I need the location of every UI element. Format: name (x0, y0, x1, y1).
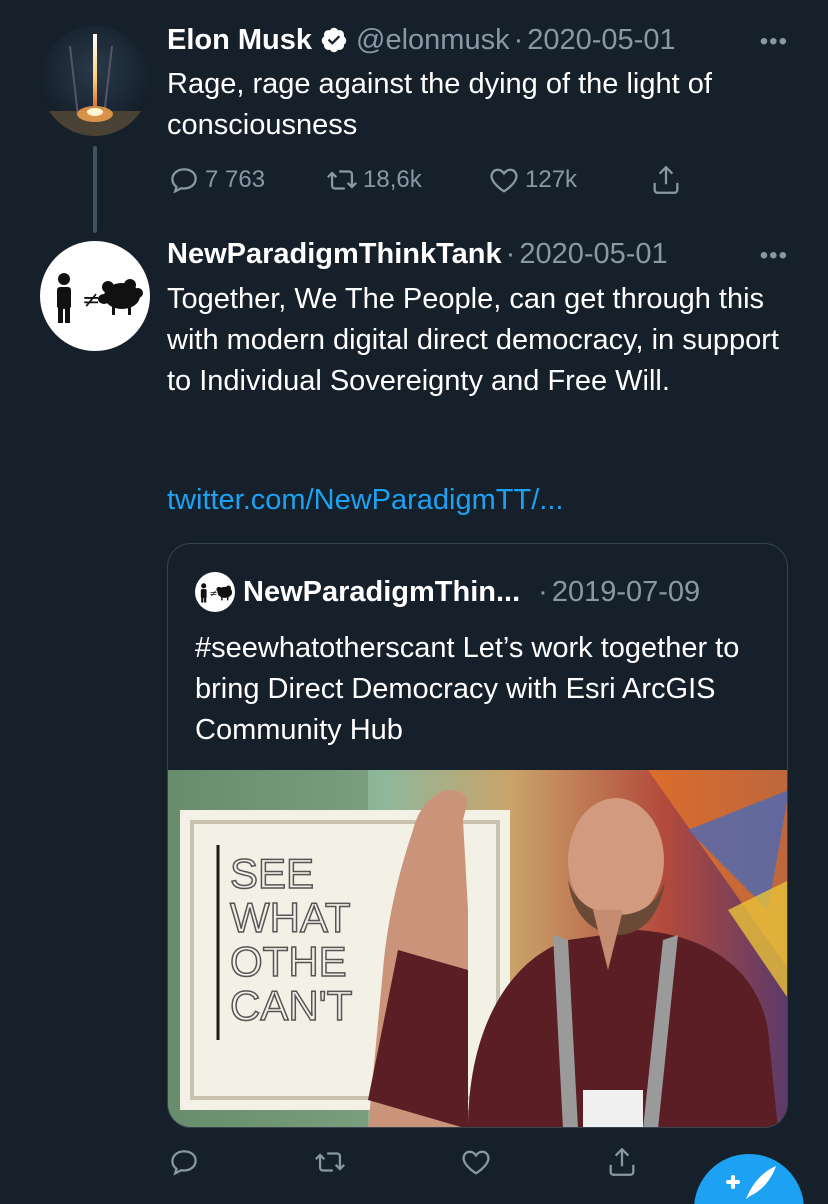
retweet-count: 18,6k (363, 166, 422, 193)
reply-icon (171, 168, 197, 194)
tweet-header: NewParadigmThinkTank · 2020-05-01 (167, 234, 787, 274)
author-handle[interactable]: @elonmusk (356, 24, 510, 57)
retweet-icon (315, 1152, 345, 1172)
like-count: 127k (525, 166, 578, 193)
reply-button[interactable]: 7 763 (167, 163, 265, 197)
svg-text:CAN'T: CAN'T (230, 982, 352, 1029)
author-name[interactable]: NewParadigmThinkTank (167, 238, 502, 271)
more-options-icon[interactable]: ••• (760, 28, 788, 56)
reply-count: 7 763 (205, 166, 266, 193)
quoted-date[interactable]: 2019-07-09 (552, 576, 700, 609)
svg-text:≠: ≠ (82, 288, 100, 313)
separator: · (505, 237, 516, 270)
reply-button[interactable] (167, 1145, 201, 1179)
share-button[interactable] (605, 1145, 639, 1179)
compose-tweet-button[interactable] (694, 1154, 804, 1204)
avatar-newparadigm[interactable]: ≠ (40, 241, 150, 351)
verified-badge-icon (321, 27, 347, 53)
svg-text:≠: ≠ (210, 589, 218, 600)
tweet-text: Together, We The People, can get through… (167, 283, 779, 397)
tweet-date[interactable]: 2020-05-01 (527, 24, 675, 57)
svg-text:WHAT: WHAT (230, 894, 351, 941)
tweet-text: Rage, rage against the dying of the ligh… (167, 68, 712, 141)
tweet-date[interactable]: 2020-05-01 (519, 238, 667, 271)
retweet-icon (327, 170, 357, 190)
quoted-header: ≠ NewParadigmThin... · 2019-07-09 (195, 572, 700, 612)
quoted-text: #seewhatotherscant Let’s work together t… (195, 632, 740, 746)
more-options-icon[interactable]: ••• (760, 242, 788, 270)
share-icon (653, 165, 679, 194)
thread-line (93, 146, 97, 233)
heart-icon (490, 168, 518, 193)
tweet-actions (167, 1142, 727, 1182)
heart-icon (462, 1150, 490, 1175)
share-icon (609, 1147, 635, 1176)
author-name[interactable]: Elon Musk (167, 24, 312, 57)
tweet-link[interactable]: twitter.com/NewParadigmTT/... (167, 484, 563, 517)
avatar-elon[interactable] (40, 26, 150, 136)
separator: · (538, 575, 548, 608)
like-button[interactable] (459, 1145, 493, 1179)
svg-text:OTHE: OTHE (230, 938, 347, 985)
compose-feather-icon (726, 1166, 776, 1199)
like-button[interactable]: 127k (487, 163, 577, 197)
quoted-tweet[interactable]: ≠ NewParadigmThin... · 2019-07-09 #seewh… (167, 543, 788, 1128)
quoted-avatar[interactable]: ≠ (195, 572, 235, 612)
svg-text:SEE: SEE (230, 850, 314, 897)
retweet-button[interactable] (313, 1145, 347, 1179)
tweet-actions: 7 763 18,6k 127k (167, 160, 727, 200)
share-button[interactable] (649, 163, 683, 197)
quoted-media-image[interactable]: SEE WHAT OTHE CAN'T (168, 770, 787, 1127)
separator: · (513, 23, 524, 56)
quoted-author-name[interactable]: NewParadigmThin... (243, 576, 520, 609)
reply-icon (171, 1150, 197, 1176)
tweet-header: Elon Musk @elonmusk · 2020-05-01 (167, 20, 787, 60)
retweet-button[interactable]: 18,6k (325, 163, 422, 197)
